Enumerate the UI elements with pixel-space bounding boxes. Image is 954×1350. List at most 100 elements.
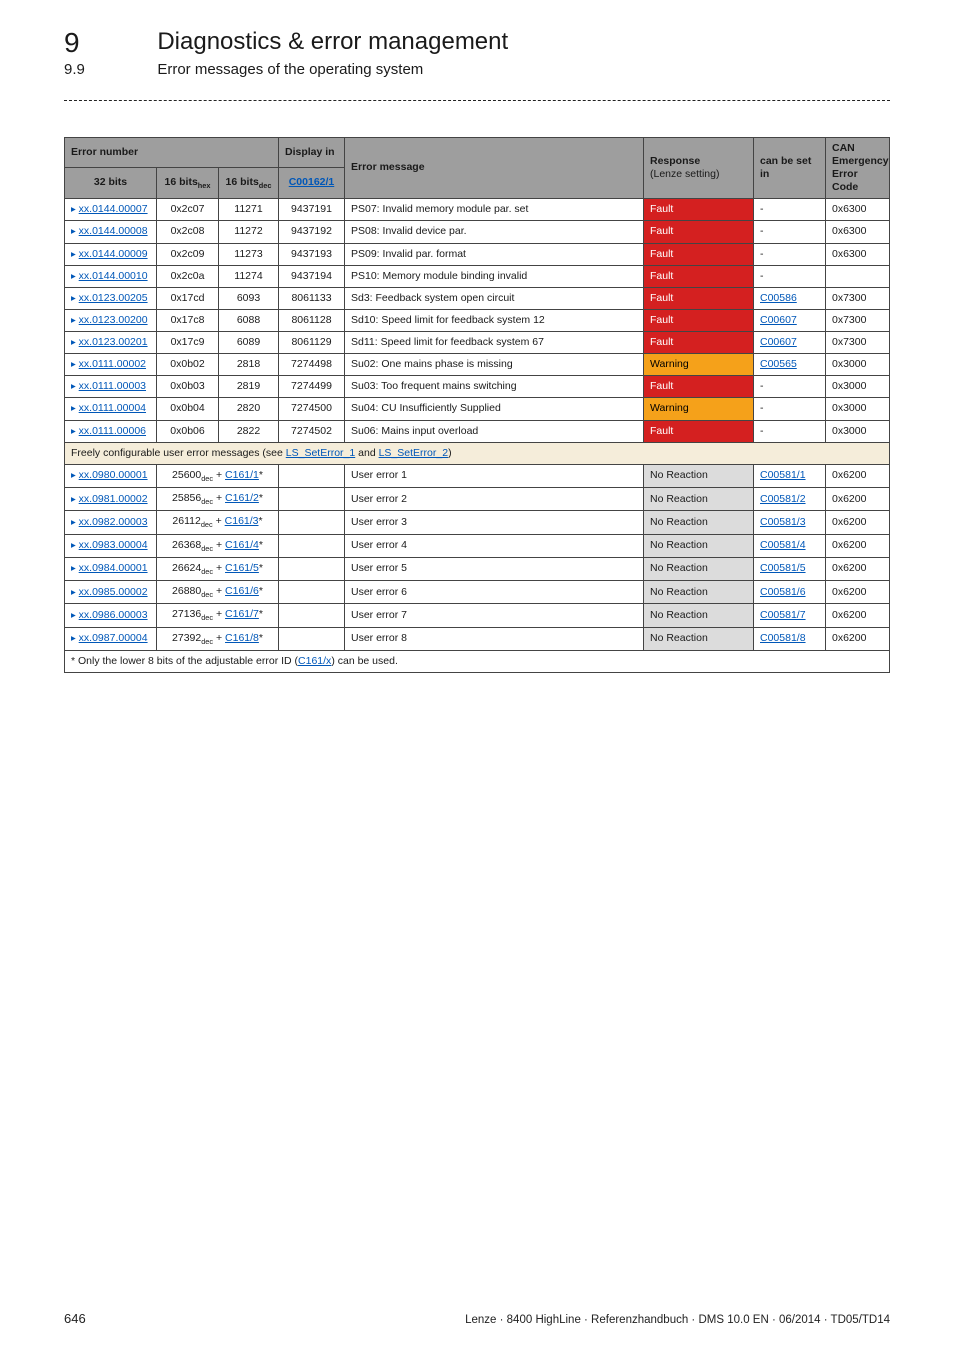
response-value: No Reaction bbox=[644, 464, 754, 487]
note-mid: and bbox=[355, 447, 378, 459]
can-code: 0x6200 bbox=[826, 534, 890, 557]
hex-value: 0x2c09 bbox=[157, 243, 219, 265]
display-value bbox=[279, 488, 345, 511]
page-number: 646 bbox=[64, 1311, 86, 1326]
cref-link[interactable]: C161/2 bbox=[225, 492, 259, 504]
display-value: 7274500 bbox=[279, 398, 345, 420]
can-code: 0x6200 bbox=[826, 511, 890, 534]
error-id-link[interactable]: xx.0123.00201 bbox=[79, 336, 148, 348]
section-number: 9.9 bbox=[64, 61, 154, 78]
table-row: ▸ xx.0981.0000225856dec + C161/2*User er… bbox=[65, 488, 890, 511]
cref-link[interactable]: C161/6 bbox=[225, 585, 259, 597]
display-value: 8061128 bbox=[279, 309, 345, 331]
dec-value: 11272 bbox=[219, 221, 279, 243]
set-link[interactable]: C00607 bbox=[760, 336, 797, 348]
error-id-link[interactable]: xx.0111.00004 bbox=[79, 402, 146, 414]
cref-link[interactable]: C161/5 bbox=[225, 562, 259, 574]
set-link[interactable]: C00607 bbox=[760, 314, 797, 326]
error-id-link[interactable]: xx.0111.00002 bbox=[79, 358, 146, 370]
footnote-link[interactable]: C161/x bbox=[298, 655, 331, 667]
triangle-icon: ▸ bbox=[71, 271, 76, 282]
display-value bbox=[279, 511, 345, 534]
cref-link[interactable]: C161/1 bbox=[225, 469, 259, 481]
triangle-icon: ▸ bbox=[71, 381, 76, 392]
set-link[interactable]: C00586 bbox=[760, 292, 797, 304]
triangle-icon: ▸ bbox=[71, 249, 76, 260]
triangle-icon: ▸ bbox=[71, 610, 76, 621]
ls-seterror-2-link[interactable]: LS_SetError_2 bbox=[379, 447, 448, 459]
cref-link[interactable]: C161/8 bbox=[225, 632, 259, 644]
error-id-link[interactable]: xx.0986.00003 bbox=[79, 609, 148, 621]
set-link[interactable]: C00581/4 bbox=[760, 539, 806, 551]
hex-composite: 26368dec + C161/4* bbox=[157, 534, 279, 557]
bitsdec-sub: dec bbox=[259, 181, 272, 190]
cref-link[interactable]: C161/3 bbox=[225, 515, 259, 527]
error-message: User error 3 bbox=[345, 511, 644, 534]
error-id-link[interactable]: xx.0982.00003 bbox=[79, 516, 148, 528]
display-value: 7274502 bbox=[279, 420, 345, 442]
error-id-link[interactable]: xx.0981.00002 bbox=[79, 493, 148, 505]
ls-seterror-1-link[interactable]: LS_SetError_1 bbox=[286, 447, 355, 459]
table-row: ▸ xx.0123.002050x17cd60938061133Sd3: Fee… bbox=[65, 287, 890, 309]
error-id-link[interactable]: xx.0123.00205 bbox=[79, 292, 148, 304]
set-link[interactable]: C00581/7 bbox=[760, 609, 806, 621]
page-footer: 646 Lenze · 8400 HighLine · Referenzhand… bbox=[64, 1311, 890, 1326]
separator-line bbox=[64, 100, 890, 101]
error-id-link[interactable]: xx.0985.00002 bbox=[79, 586, 148, 598]
error-id-link[interactable]: xx.0983.00004 bbox=[79, 539, 148, 551]
display-value: 9437192 bbox=[279, 221, 345, 243]
triangle-icon: ▸ bbox=[71, 359, 76, 370]
error-id-link[interactable]: xx.0144.00007 bbox=[79, 203, 148, 215]
display-code-link[interactable]: C00162/1 bbox=[289, 176, 335, 188]
error-id-link[interactable]: xx.0144.00010 bbox=[79, 270, 148, 282]
error-message: PS10: Memory module binding invalid bbox=[345, 265, 644, 287]
cref-link[interactable]: C161/7 bbox=[225, 608, 259, 620]
footnote-suffix: ) can be used. bbox=[331, 655, 398, 667]
error-id-link[interactable]: xx.0144.00009 bbox=[79, 248, 148, 260]
set-cell: C00607 bbox=[754, 309, 826, 331]
response-value: No Reaction bbox=[644, 511, 754, 534]
error-id-link[interactable]: xx.0987.00004 bbox=[79, 632, 148, 644]
set-cell: - bbox=[754, 398, 826, 420]
display-value bbox=[279, 604, 345, 627]
can-code: 0x6300 bbox=[826, 199, 890, 221]
triangle-icon: ▸ bbox=[71, 403, 76, 414]
table-row: ▸ xx.0111.000020x0b0228187274498Su02: On… bbox=[65, 354, 890, 376]
error-id-link[interactable]: xx.0144.00008 bbox=[79, 225, 148, 237]
error-id-link[interactable]: xx.0984.00001 bbox=[79, 562, 148, 574]
response-value: No Reaction bbox=[644, 557, 754, 580]
error-id-link[interactable]: xx.0111.00003 bbox=[79, 380, 146, 392]
display-value: 9437193 bbox=[279, 243, 345, 265]
set-link[interactable]: C00581/1 bbox=[760, 469, 806, 481]
error-table: Error number Display in Error message Re… bbox=[64, 137, 890, 673]
set-link[interactable]: C00581/2 bbox=[760, 493, 806, 505]
can-code: 0x7300 bbox=[826, 309, 890, 331]
error-id-link[interactable]: xx.0111.00006 bbox=[79, 425, 146, 437]
footnote-row: * Only the lower 8 bits of the adjustabl… bbox=[65, 650, 890, 672]
triangle-icon: ▸ bbox=[71, 563, 76, 574]
can-code: 0x6200 bbox=[826, 464, 890, 487]
response-value: Fault bbox=[644, 265, 754, 287]
error-id-link[interactable]: xx.0123.00200 bbox=[79, 314, 148, 326]
set-cell: - bbox=[754, 199, 826, 221]
can-code: 0x6200 bbox=[826, 604, 890, 627]
dec-value: 2819 bbox=[219, 376, 279, 398]
set-cell: C00607 bbox=[754, 332, 826, 354]
response-label: Response bbox=[650, 155, 700, 167]
footer-info: Lenze · 8400 HighLine · Referenzhandbuch… bbox=[465, 1314, 890, 1326]
set-link[interactable]: C00581/3 bbox=[760, 516, 806, 528]
set-link[interactable]: C00565 bbox=[760, 358, 797, 370]
error-id-link[interactable]: xx.0980.00001 bbox=[79, 469, 148, 481]
set-link[interactable]: C00581/5 bbox=[760, 562, 806, 574]
hex-value: 0x17c8 bbox=[157, 309, 219, 331]
set-link[interactable]: C00581/6 bbox=[760, 586, 806, 598]
set-value: - bbox=[760, 380, 764, 392]
response-value: Fault bbox=[644, 376, 754, 398]
dec-value: 2818 bbox=[219, 354, 279, 376]
hex-composite: 25600dec + C161/1* bbox=[157, 464, 279, 487]
error-message: Su03: Too frequent mains switching bbox=[345, 376, 644, 398]
set-link[interactable]: C00581/8 bbox=[760, 632, 806, 644]
can-code: 0x7300 bbox=[826, 287, 890, 309]
cref-link[interactable]: C161/4 bbox=[225, 539, 259, 551]
dec-value: 6093 bbox=[219, 287, 279, 309]
